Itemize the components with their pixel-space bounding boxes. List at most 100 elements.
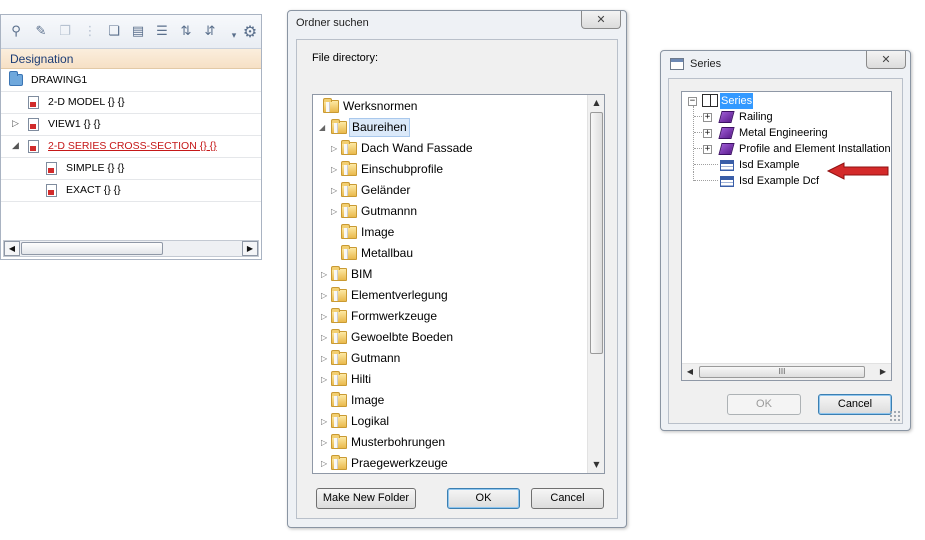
folder-icon — [331, 371, 347, 386]
folder-item[interactable]: ▷ Praegewerkzeuge — [313, 453, 583, 473]
horizontal-scrollbar[interactable]: ◀ ▶ — [3, 240, 259, 257]
scroll-down-icon[interactable]: ▼ — [589, 457, 604, 473]
cancel-button[interactable]: Cancel — [818, 394, 892, 415]
expand-icon[interactable]: ▷ — [331, 159, 341, 180]
folder-label: Elementverlegung — [351, 288, 448, 302]
tree-item-profile-installation[interactable]: + Profile and Element Installation — [682, 141, 891, 157]
clipboard-icon[interactable]: ▤ — [129, 23, 147, 41]
search-icon[interactable]: ⚲ — [7, 23, 25, 41]
close-button[interactable]: ✕ — [866, 51, 906, 69]
tree-item-series[interactable]: − Series — [682, 93, 882, 109]
expand-icon[interactable]: ▷ — [331, 138, 341, 159]
folder-item[interactable]: ▷ Musterbohrungen — [313, 432, 583, 453]
level-3-icon[interactable]: ⇵ — [201, 23, 219, 41]
folder-icon — [331, 392, 347, 407]
folder-label: Baureihen — [349, 118, 410, 137]
expand-icon[interactable]: + — [703, 145, 712, 154]
folder-tree[interactable]: Werksnormen ◢ Baureihen ▷ Dach Wand Fass… — [312, 94, 605, 474]
scroll-left-icon[interactable]: ◀ — [682, 364, 698, 380]
folder-item[interactable]: ▷ Gewoelbte Boeden — [313, 327, 583, 348]
tree-item-metal-engineering[interactable]: + Metal Engineering — [682, 125, 882, 141]
folder-item[interactable]: ▷ Dach Wand Fassade — [313, 138, 583, 159]
ok-button[interactable]: OK — [447, 488, 520, 509]
scroll-thumb[interactable] — [21, 242, 163, 255]
tree-row-2d-model[interactable]: 2-D MODEL {} {} — [1, 92, 261, 114]
tree-item-label: Railing — [739, 111, 773, 123]
folder-item[interactable]: ▷ Geländer — [313, 180, 583, 201]
view-icon — [46, 184, 57, 197]
tree-row-simple[interactable]: SIMPLE {} {} — [1, 158, 261, 180]
expand-icon[interactable]: + — [703, 129, 712, 138]
folder-item[interactable]: ▷ Einschubprofile — [313, 159, 583, 180]
dialog-body: − Series + Railing + Metal Engineering +… — [668, 78, 903, 424]
tree-row-view1[interactable]: ▷ VIEW1 {} {} — [1, 114, 261, 136]
folder-item[interactable]: ▷ Gutmann — [313, 348, 583, 369]
scroll-right-icon[interactable]: ▶ — [875, 364, 891, 380]
folder-item[interactable]: Image — [313, 390, 583, 411]
folder-item[interactable]: Metallbau — [313, 243, 583, 264]
tree-row-label: SIMPLE {} {} — [66, 162, 125, 174]
expand-icon[interactable]: ▷ — [321, 285, 331, 306]
tree-row-exact[interactable]: EXACT {} {} — [1, 180, 261, 202]
expand-icon[interactable]: ▷ — [321, 432, 331, 453]
expand-icon[interactable]: + — [703, 113, 712, 122]
pin-icon[interactable]: ✎ — [32, 23, 50, 41]
folder-label: Geländer — [361, 183, 411, 197]
folder-item[interactable]: ▷ Formwerkzeuge — [313, 306, 583, 327]
arrow-shape — [826, 162, 889, 180]
folder-item[interactable]: ▷ BIM — [313, 264, 583, 285]
folder-item[interactable]: Werksnormen — [313, 96, 583, 117]
expand-icon[interactable]: ▷ — [321, 306, 331, 327]
expand-icon[interactable]: ▷ — [321, 264, 331, 285]
expand-icon[interactable]: ▷ — [12, 114, 22, 135]
scroll-up-icon[interactable]: ▲ — [589, 95, 604, 111]
tree-item-railing[interactable]: + Railing — [682, 109, 882, 125]
folder-icon — [341, 203, 357, 218]
expand-icon[interactable]: ▷ — [321, 369, 331, 390]
gear-icon[interactable]: ⚙ — [241, 23, 259, 41]
expand-icon[interactable]: ▷ — [331, 180, 341, 201]
scroll-right-icon[interactable]: ▶ — [242, 241, 258, 256]
level-2-icon[interactable]: ⇅ — [177, 23, 195, 41]
folder-item-selected[interactable]: ◢ Baureihen — [313, 117, 583, 138]
tree-icon[interactable]: ☰ — [153, 23, 171, 41]
expand-icon[interactable]: ▷ — [321, 327, 331, 348]
resize-grip-icon[interactable] — [889, 410, 900, 421]
folder-item[interactable]: ▷ Hilti — [313, 369, 583, 390]
scroll-thumb[interactable]: III — [699, 366, 865, 378]
make-new-folder-button[interactable]: Make New Folder — [316, 488, 416, 509]
expand-icon[interactable]: ▷ — [331, 201, 341, 222]
folder-item[interactable]: Image — [313, 222, 583, 243]
close-button[interactable]: ✕ — [581, 11, 621, 29]
dialog-title: Ordner suchen — [296, 17, 369, 29]
folder-label: Image — [351, 393, 385, 407]
ok-button[interactable]: OK — [727, 394, 801, 415]
column-header[interactable]: Designation — [1, 49, 261, 69]
tree-row-label: DRAWING1 — [31, 74, 88, 86]
expand-icon[interactable]: ▷ — [321, 411, 331, 432]
folder-icon — [341, 161, 357, 176]
vertical-scrollbar[interactable]: ▲ ▼ — [587, 95, 604, 473]
tree-item-label: Profile and Element Installation — [739, 143, 891, 155]
folder-label: Praegewerkzeuge — [351, 456, 448, 470]
folder-item[interactable]: ▷ Gutmannn — [313, 201, 583, 222]
scroll-left-icon[interactable]: ◀ — [4, 241, 20, 256]
cancel-button[interactable]: Cancel — [531, 488, 604, 509]
collapse-icon[interactable]: ◢ — [319, 117, 329, 138]
folder-icon — [331, 287, 347, 302]
series-tree[interactable]: − Series + Railing + Metal Engineering +… — [681, 91, 892, 381]
tree-row-series-cross-section[interactable]: ◢ 2-D SERIES CROSS-SECTION {} {} — [1, 136, 261, 158]
horizontal-scrollbar[interactable]: ◀ III ▶ — [682, 363, 891, 380]
copy-icon[interactable]: ❐ — [56, 23, 74, 41]
collapse-icon[interactable]: ◢ — [12, 136, 22, 157]
folder-item[interactable]: ▷ Elementverlegung — [313, 285, 583, 306]
expand-icon[interactable]: ▷ — [321, 453, 331, 473]
scroll-thumb[interactable] — [590, 112, 603, 354]
collapse-icon[interactable]: − — [688, 97, 697, 106]
folder-item[interactable]: ▷ Logikal — [313, 411, 583, 432]
tree-row-label: VIEW1 {} {} — [48, 118, 101, 130]
expand-icon[interactable]: ▷ — [321, 348, 331, 369]
tree-row-drawing[interactable]: DRAWING1 — [1, 70, 261, 92]
folder-label: Musterbohrungen — [351, 435, 446, 449]
paste-icon[interactable]: ❏ — [105, 23, 123, 41]
